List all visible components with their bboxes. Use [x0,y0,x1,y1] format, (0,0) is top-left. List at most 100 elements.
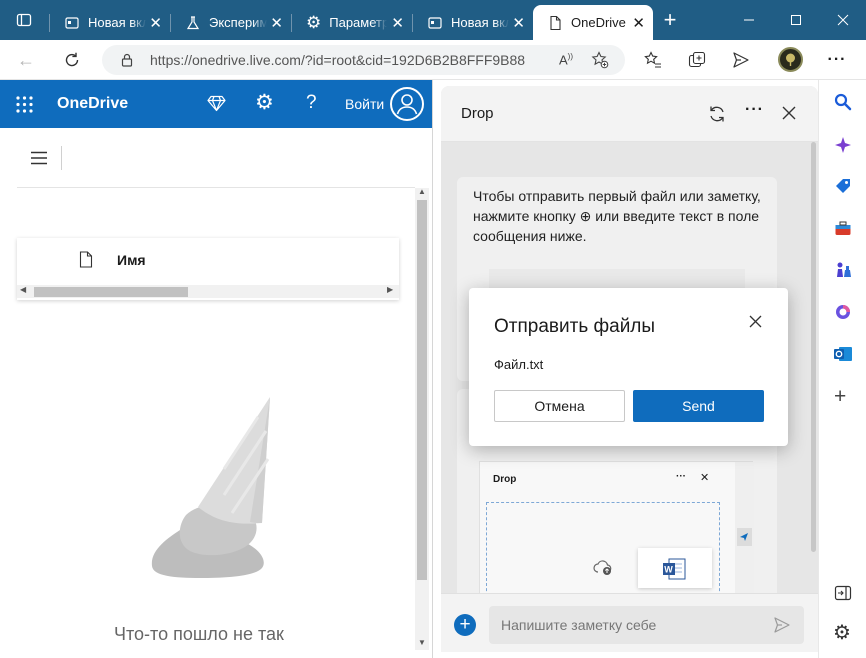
browser-title-bar: Новая вкладка ✕ Эксперименты ✕ ⚙ Парамет… [0,0,866,40]
favorites-button[interactable] [642,49,664,71]
account-avatar[interactable] [390,87,424,121]
read-aloud-button[interactable]: A)) [556,50,576,70]
close-icon: ✕ [700,472,710,484]
close-tab-icon[interactable]: ✕ [391,14,404,32]
sync-icon[interactable] [708,105,726,123]
collections-icon [688,51,706,68]
tab-experiments[interactable]: Эксперименты ✕ [171,5,291,40]
scroll-left-icon[interactable]: ◀ [20,285,26,294]
gear-icon[interactable]: ⚙ [255,91,274,115]
column-header-name[interactable]: Имя [117,252,146,268]
dialog-title: Отправить файлы [494,316,656,337]
scroll-right-icon[interactable]: ▶ [387,285,393,294]
scrollbar-thumb[interactable] [417,200,427,580]
send-icon[interactable] [773,616,791,634]
more-icon[interactable]: ··· [745,101,764,119]
person-icon [396,94,418,115]
hide-sidebar-icon[interactable] [834,585,852,601]
profile-avatar[interactable] [778,47,803,72]
close-icon[interactable] [782,106,796,120]
help-icon[interactable]: ? [306,92,317,114]
pane-divider[interactable] [432,80,433,658]
tree-icon [786,53,795,66]
url-text[interactable]: https://onedrive.live.com/?id=root&cid=1… [150,52,525,68]
tab-actions-icon [16,13,32,27]
shopping-tag-icon[interactable] [834,177,852,195]
preview-file-card: W [638,548,712,588]
add-sidebar-app-icon[interactable]: + [834,386,846,408]
drop-scrollbar[interactable] [811,142,816,552]
microsoft-365-icon[interactable] [834,303,852,321]
refresh-button[interactable] [60,48,84,72]
note-input[interactable]: Напишите заметку себе [489,606,804,644]
close-tab-icon[interactable]: ✕ [270,14,283,32]
tab-label: Эксперименты [209,15,267,30]
back-arrow-icon: ← [17,49,35,70]
sign-in-link[interactable]: Войти [345,96,384,112]
cloud-upload-icon [593,560,612,575]
tab-label: OneDrive [571,15,626,30]
horizontal-scrollbar[interactable]: ◀ ▶ [17,285,399,298]
note-input-placeholder: Напишите заметку себе [501,617,657,633]
tab-label: Параметры [329,15,388,30]
send-icon [740,533,748,541]
close-icon[interactable] [749,315,762,328]
new-tab-icon [428,16,442,29]
app-launcher-icon[interactable] [16,96,33,113]
close-tab-icon[interactable]: ✕ [149,14,162,32]
file-name: Файл.txt [494,357,544,372]
address-toolbar: ← https://onedrive.live.com/?id=root&cid… [0,40,866,80]
games-chess-icon[interactable] [834,261,852,279]
drop-composer: + Напишите заметку себе [441,593,818,652]
new-tab-button[interactable]: + [648,0,692,40]
back-button[interactable]: ← [14,48,38,72]
add-file-button[interactable]: + [454,614,476,636]
tab-onedrive[interactable]: OneDrive ✕ [533,5,653,40]
lock-icon [121,53,133,67]
cancel-button[interactable]: Отмена [494,390,625,422]
plus-icon: + [663,7,677,32]
add-favorite-button[interactable] [590,50,610,70]
file-type-icon [79,251,93,268]
plus-icon: + [459,614,471,635]
outlook-icon[interactable] [833,345,853,363]
scroll-up-icon[interactable]: ▲ [418,187,426,196]
nav-menu-button[interactable] [31,151,47,165]
intro-text: Чтобы отправить первый файл или заметку,… [473,188,761,244]
close-tab-icon[interactable]: ✕ [632,14,645,32]
flask-icon [186,15,200,29]
new-tab-icon [65,16,79,29]
divider [17,187,415,188]
send-button[interactable] [730,49,752,71]
page-scrollbar[interactable]: ▲ ▼ [415,187,429,650]
close-window-button[interactable] [820,0,866,40]
tab-new-tab-1[interactable]: Новая вкладка ✕ [50,5,170,40]
more-icon: ··· [676,471,686,482]
edge-sidebar: + ⚙ [818,80,866,658]
search-icon[interactable] [834,93,852,111]
tools-briefcase-icon[interactable] [834,220,852,238]
more-icon: ··· [827,51,847,68]
scroll-down-icon[interactable]: ▼ [418,638,426,647]
send-files-button[interactable]: Send [633,390,764,422]
maximize-button[interactable] [773,0,819,40]
address-bar[interactable]: https://onedrive.live.com/?id=root&cid=1… [102,45,625,75]
tab-settings[interactable]: ⚙ Параметры ✕ [292,5,412,40]
tab-label: Новая вкладка [88,15,146,30]
drop-title: Drop [461,105,494,122]
page-icon [550,15,561,30]
refresh-icon [65,52,79,67]
close-tab-icon[interactable]: ✕ [512,14,525,32]
sidebar-settings-icon[interactable]: ⚙ [833,622,851,644]
collections-button[interactable] [686,49,708,71]
minimize-icon [744,19,754,21]
onedrive-header: OneDrive ⚙ ? Войти [0,80,432,128]
copilot-sparkle-icon[interactable] [834,136,852,154]
diamond-icon[interactable] [207,95,226,112]
scrollbar-thumb[interactable] [34,287,188,297]
tab-actions-button[interactable] [2,0,46,40]
app-title[interactable]: OneDrive [57,95,128,113]
minimize-button[interactable] [726,0,772,40]
tab-new-tab-2[interactable]: Новая вкладка ✕ [413,5,533,40]
settings-more-button[interactable]: ··· [826,49,848,71]
